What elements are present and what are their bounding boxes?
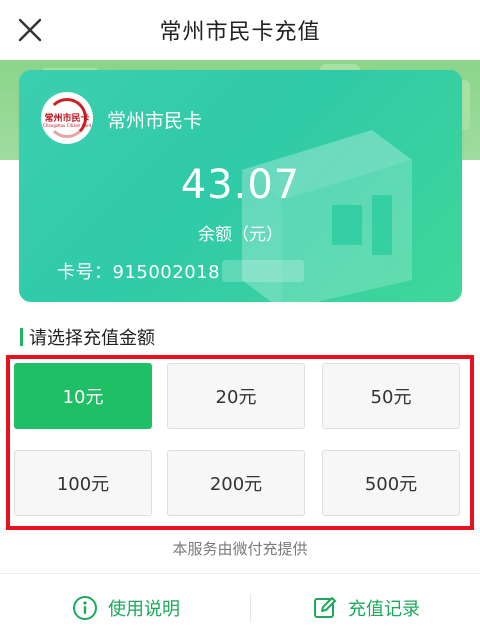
records-button[interactable]: 充值记录 xyxy=(312,588,420,628)
footer-divider xyxy=(250,594,251,622)
footer-divider-line xyxy=(0,573,480,574)
provider-note: 本服务由微付充提供 xyxy=(172,540,308,558)
help-label: 使用说明 xyxy=(108,599,180,620)
section-accent-bar xyxy=(20,328,23,346)
card-name: 常州市民卡 xyxy=(107,110,203,132)
header-bar: 常州市民卡充值 xyxy=(0,0,480,60)
card-number-mask xyxy=(222,260,305,282)
balance-amount: 43.07 xyxy=(180,162,301,208)
card-number-value: 915002018 xyxy=(112,262,221,283)
logo-subtitle: Changzhou Citizen Card xyxy=(42,123,92,128)
records-label: 充值记录 xyxy=(348,599,420,620)
card-number: 卡号：915002018 xyxy=(57,258,305,284)
edit-icon xyxy=(314,597,336,618)
card-logo: 常州市民卡 Changzhou Citizen Card xyxy=(41,92,93,144)
section-title: 请选择充值金额 xyxy=(20,325,155,349)
info-icon xyxy=(73,596,97,620)
recharge-page: 常州市民卡充值 常州市民卡 Changzhou Citizen Card 常州市… xyxy=(0,0,480,642)
citizen-card: 常州市民卡 Changzhou Citizen Card 常州市民卡 43.07… xyxy=(19,70,462,302)
help-button[interactable]: 使用说明 xyxy=(72,588,180,628)
card-number-label: 卡号： xyxy=(57,262,113,283)
section-title-text: 请选择充值金额 xyxy=(29,328,155,349)
page-title: 常州市民卡充值 xyxy=(159,20,321,45)
highlight-box xyxy=(6,355,474,530)
balance-label: 余额（元） xyxy=(198,225,283,245)
close-icon[interactable] xyxy=(16,16,44,44)
